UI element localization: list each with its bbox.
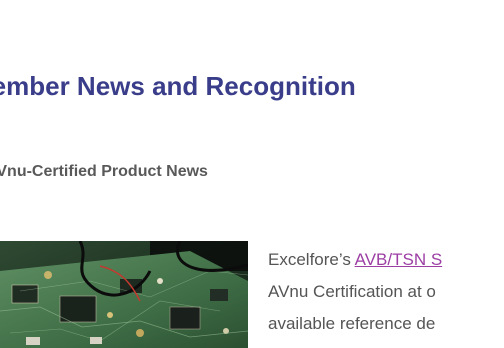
- article-line-1: Excelfore’s AVB/TSN S: [268, 244, 504, 276]
- section-subheading-text: AVnu-Certified Product News: [0, 163, 208, 180]
- newsletter-section: Member News and Recognition AVnu-Certifi…: [0, 0, 504, 348]
- section-heading-text: Member News and Recognition: [0, 71, 356, 101]
- section-heading: Member News and Recognition: [0, 68, 356, 104]
- article-image[interactable]: [0, 241, 248, 348]
- article-line-1-prefix: Excelfore’s: [268, 250, 355, 269]
- section-subheading: AVnu-Certified Product News: [0, 161, 208, 183]
- article-line-2: AVnu Certification at o: [268, 282, 436, 301]
- circuit-board-image: [0, 241, 248, 348]
- article-text: Excelfore’s AVB/TSN S AVnu Certification…: [268, 244, 504, 340]
- article-line-3: available reference de: [268, 314, 436, 333]
- avb-tsn-link[interactable]: AVB/TSN S: [355, 250, 443, 269]
